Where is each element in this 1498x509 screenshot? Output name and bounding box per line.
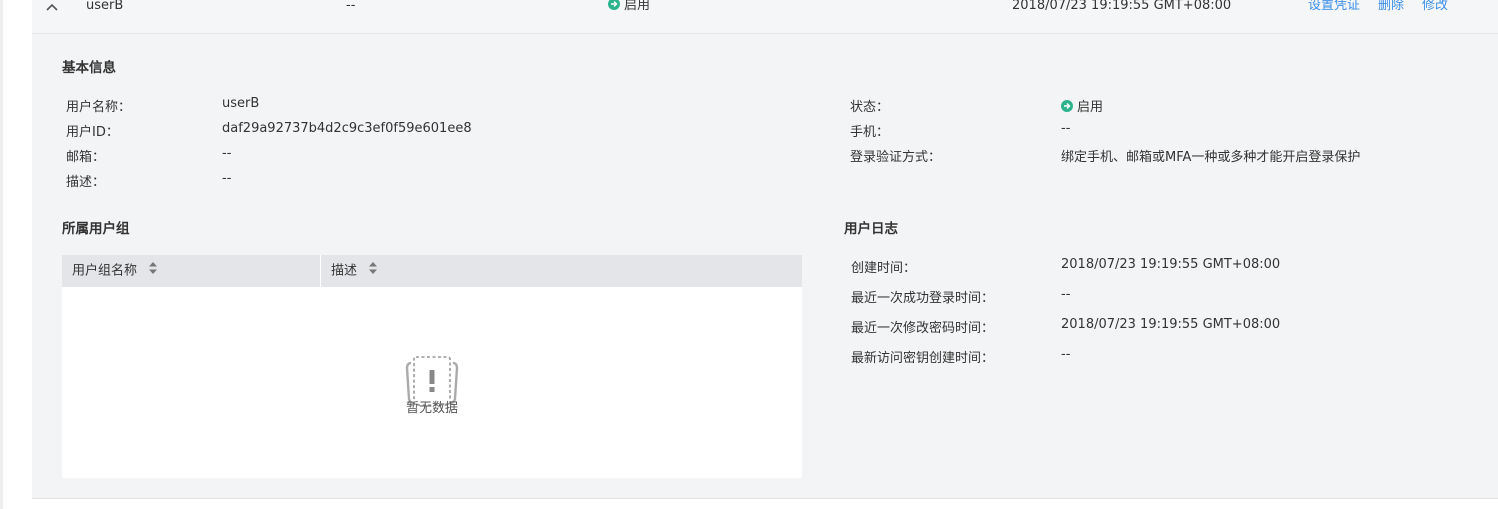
access-key-created-value: -- — [1061, 347, 1071, 362]
status-label: 状态： — [850, 100, 890, 115]
last-password-change-label: 最近一次修改密码时间： — [851, 321, 995, 336]
sort-icon[interactable] — [149, 255, 158, 287]
phone-value: -- — [1061, 121, 1071, 136]
description-value: -- — [222, 171, 232, 186]
column-description[interactable]: 描述 — [331, 255, 378, 287]
column-group-name-label: 用户组名称 — [72, 263, 138, 279]
status-enabled-icon — [608, 0, 620, 10]
user-row[interactable]: userB -- 启用 2018/07/23 19:19:55 GMT+08:0… — [32, 0, 1498, 34]
sort-icon[interactable] — [369, 255, 378, 287]
row-description: -- — [346, 0, 356, 13]
phone-label: 手机： — [850, 125, 890, 140]
created-time-label: 创建时间： — [851, 261, 917, 276]
column-group-name[interactable]: 用户组名称 — [72, 255, 158, 287]
last-login-label: 最近一次成功登录时间： — [851, 291, 995, 306]
row-status-text: 启用 — [624, 0, 651, 13]
last-password-change-value: 2018/07/23 19:19:55 GMT+08:00 — [1061, 317, 1281, 332]
login-verify-label: 登录验证方式： — [850, 150, 942, 165]
login-verify-value: 绑定手机、邮箱或MFA一种或多种才能开启登录保护 — [1061, 150, 1361, 165]
empty-data-text: 暂无数据 — [405, 401, 458, 416]
delete-link[interactable]: 删除 — [1378, 0, 1404, 14]
column-divider — [320, 255, 321, 287]
row-username[interactable]: userB — [86, 0, 123, 14]
row-status: 启用 — [608, 0, 650, 14]
table-header: 用户组名称 描述 — [62, 255, 802, 287]
column-description-label: 描述 — [331, 263, 358, 279]
status-value: 启用 — [1061, 96, 1103, 115]
email-label: 邮箱： — [66, 150, 106, 165]
user-detail-panel: 基本信息 用户名称： userB 用户ID： daf29a92737b4d2c9… — [32, 34, 1498, 499]
user-log-title: 用户日志 — [844, 221, 898, 237]
username-label: 用户名称： — [66, 100, 132, 115]
basic-info-title: 基本信息 — [62, 60, 116, 76]
description-label: 描述： — [66, 175, 106, 190]
user-id-value: daf29a92737b4d2c9c3ef0f59e601ee8 — [222, 121, 472, 136]
row-created-time: 2018/07/23 19:19:55 GMT+08:00 — [1012, 0, 1232, 13]
access-key-created-label: 最新访问密钥创建时间： — [851, 351, 995, 366]
set-credentials-link[interactable]: 设置凭证 — [1308, 0, 1360, 14]
left-border — [0, 0, 3, 509]
username-value: userB — [222, 96, 260, 111]
email-value: -- — [222, 146, 232, 161]
created-time-value: 2018/07/23 19:19:55 GMT+08:00 — [1061, 257, 1281, 272]
user-groups-title: 所属用户组 — [62, 221, 130, 237]
last-login-value: -- — [1061, 287, 1071, 302]
user-groups-table: 用户组名称 描述 暂无数据 — [62, 255, 802, 478]
status-value-text: 启用 — [1077, 100, 1104, 115]
user-id-label: 用户ID： — [66, 125, 119, 140]
chevron-up-icon[interactable] — [42, 0, 62, 18]
edit-link[interactable]: 修改 — [1422, 0, 1448, 14]
status-enabled-icon — [1061, 100, 1073, 112]
